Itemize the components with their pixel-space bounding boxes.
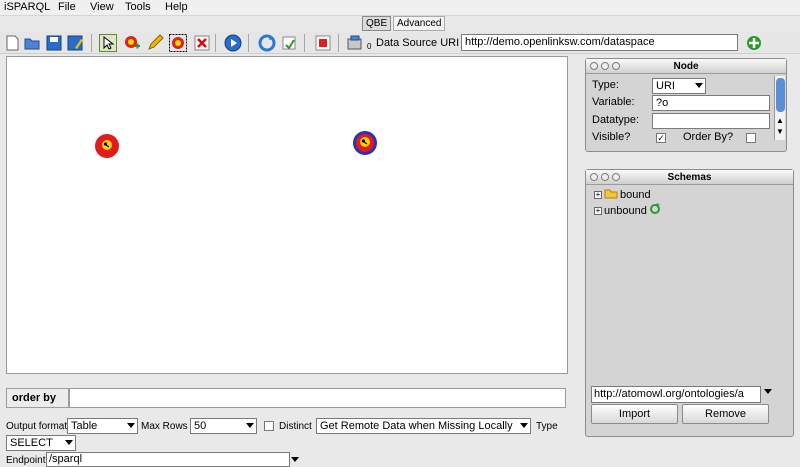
schemas-panel-title: Schemas <box>586 170 793 185</box>
tab-advanced[interactable]: Advanced <box>393 16 446 31</box>
expand-icon[interactable]: + <box>594 191 602 199</box>
chevron-down-icon <box>520 423 528 428</box>
menu-app[interactable]: iSPARQL <box>4 1 50 13</box>
datasource-icon[interactable] <box>346 34 364 52</box>
toolbar-separator <box>248 34 249 52</box>
close-icon[interactable] <box>590 62 598 70</box>
zoom-icon[interactable] <box>612 62 620 70</box>
load-icon[interactable] <box>280 34 298 52</box>
add-node-icon[interactable] <box>123 34 141 52</box>
node-panel-title: Node <box>586 59 786 74</box>
zoom-icon[interactable] <box>612 173 620 181</box>
save-icon[interactable] <box>45 34 63 52</box>
datasource-label: Data Source URI <box>376 37 460 49</box>
schema-url-input[interactable]: http://atomowl.org/ontologies/a <box>591 386 761 403</box>
clear-icon[interactable] <box>314 34 332 52</box>
group-icon[interactable] <box>169 34 187 52</box>
toolbar-separator <box>215 34 216 52</box>
graph-node-red[interactable] <box>95 134 119 158</box>
graph-node-selected[interactable] <box>353 131 377 155</box>
query-type-select[interactable]: SELECT <box>6 435 76 451</box>
node-panel: Node Type: URI Variable: ?o Datatype: Vi… <box>585 58 787 152</box>
distinct-checkbox[interactable] <box>264 421 274 431</box>
chevron-down-icon <box>246 423 254 428</box>
max-rows-select[interactable]: 50 <box>190 418 257 434</box>
mode-tabs: QBE Advanced <box>0 16 800 32</box>
delete-icon[interactable] <box>193 34 211 52</box>
schema-item-bound[interactable]: + bound <box>594 188 651 202</box>
query-canvas[interactable] <box>6 56 568 374</box>
menu-view[interactable]: View <box>90 1 114 13</box>
datatype-label: Datatype: <box>592 114 640 126</box>
minimize-icon[interactable] <box>601 173 609 181</box>
pencil-icon[interactable] <box>146 34 164 52</box>
datasource-uri-input[interactable]: http://demo.openlinksw.com/dataspace <box>461 34 738 51</box>
endpoint-input[interactable]: /sparql <box>46 452 290 467</box>
menu-bar: iSPARQL File View Tools Help <box>0 0 800 16</box>
select-icon[interactable] <box>99 34 117 52</box>
datasource-count: 0 <box>367 42 372 51</box>
scroll-down-icon[interactable]: ▼ <box>776 127 784 136</box>
open-icon[interactable] <box>23 34 41 52</box>
toolbar: 0 Data Source URI http://demo.openlinksw… <box>0 32 800 54</box>
node-panel-scrollbar[interactable]: ▲ ▼ <box>774 76 785 140</box>
chevron-down-icon <box>127 423 135 428</box>
menu-tools[interactable]: Tools <box>125 1 151 13</box>
expand-icon[interactable]: + <box>594 206 602 215</box>
toolbar-separator <box>304 34 305 52</box>
refresh-icon[interactable] <box>258 34 276 52</box>
chevron-down-icon[interactable] <box>291 457 299 462</box>
orderby-checkbox[interactable] <box>746 133 756 143</box>
schemas-panel: Schemas + bound + unbound http://atomowl… <box>585 169 794 437</box>
menu-file[interactable]: File <box>58 1 76 13</box>
new-icon[interactable] <box>3 34 21 52</box>
minimize-icon[interactable] <box>601 62 609 70</box>
chevron-down-icon <box>65 440 73 445</box>
orderby-input[interactable] <box>69 388 566 408</box>
endpoint-label: Endpoint <box>6 455 46 466</box>
scroll-up-icon[interactable]: ▲ <box>776 116 784 125</box>
max-rows-label: Max Rows <box>141 421 188 432</box>
tab-qbe[interactable]: QBE <box>362 16 392 31</box>
variable-label: Variable: <box>592 96 635 108</box>
schema-item-unbound[interactable]: + unbound <box>594 203 661 218</box>
variable-field[interactable]: ?o <box>652 95 770 111</box>
visible-label: Visible? <box>592 131 631 143</box>
refresh-icon[interactable] <box>649 203 661 218</box>
chevron-down-icon[interactable] <box>764 389 772 394</box>
visible-checkbox[interactable]: ✓ <box>656 133 666 143</box>
close-icon[interactable] <box>590 173 598 181</box>
orderby-button[interactable]: order by <box>6 388 69 408</box>
type-label: Type: <box>592 79 619 91</box>
type-select[interactable]: URI <box>652 78 706 94</box>
import-button[interactable]: Import <box>591 404 678 424</box>
remove-button[interactable]: Remove <box>682 404 769 424</box>
folder-icon <box>604 188 618 202</box>
run-icon[interactable] <box>224 34 242 52</box>
orderby-label: Order By? <box>683 131 734 143</box>
remote-data-select[interactable]: Get Remote Data when Missing Locally <box>316 418 531 434</box>
add-datasource-icon[interactable] <box>745 34 763 52</box>
output-format-select[interactable]: Table <box>67 418 138 434</box>
menu-help[interactable]: Help <box>165 1 188 13</box>
output-format-label: Output format <box>6 421 68 432</box>
chevron-down-icon <box>695 83 703 88</box>
datatype-field[interactable] <box>652 113 770 129</box>
scroll-thumb[interactable] <box>776 78 785 112</box>
toolbar-separator <box>91 34 92 52</box>
toolbar-separator <box>338 34 339 52</box>
distinct-label: Distinct <box>279 421 312 432</box>
save-as-icon[interactable] <box>66 34 84 52</box>
type-label: Type <box>536 421 558 432</box>
